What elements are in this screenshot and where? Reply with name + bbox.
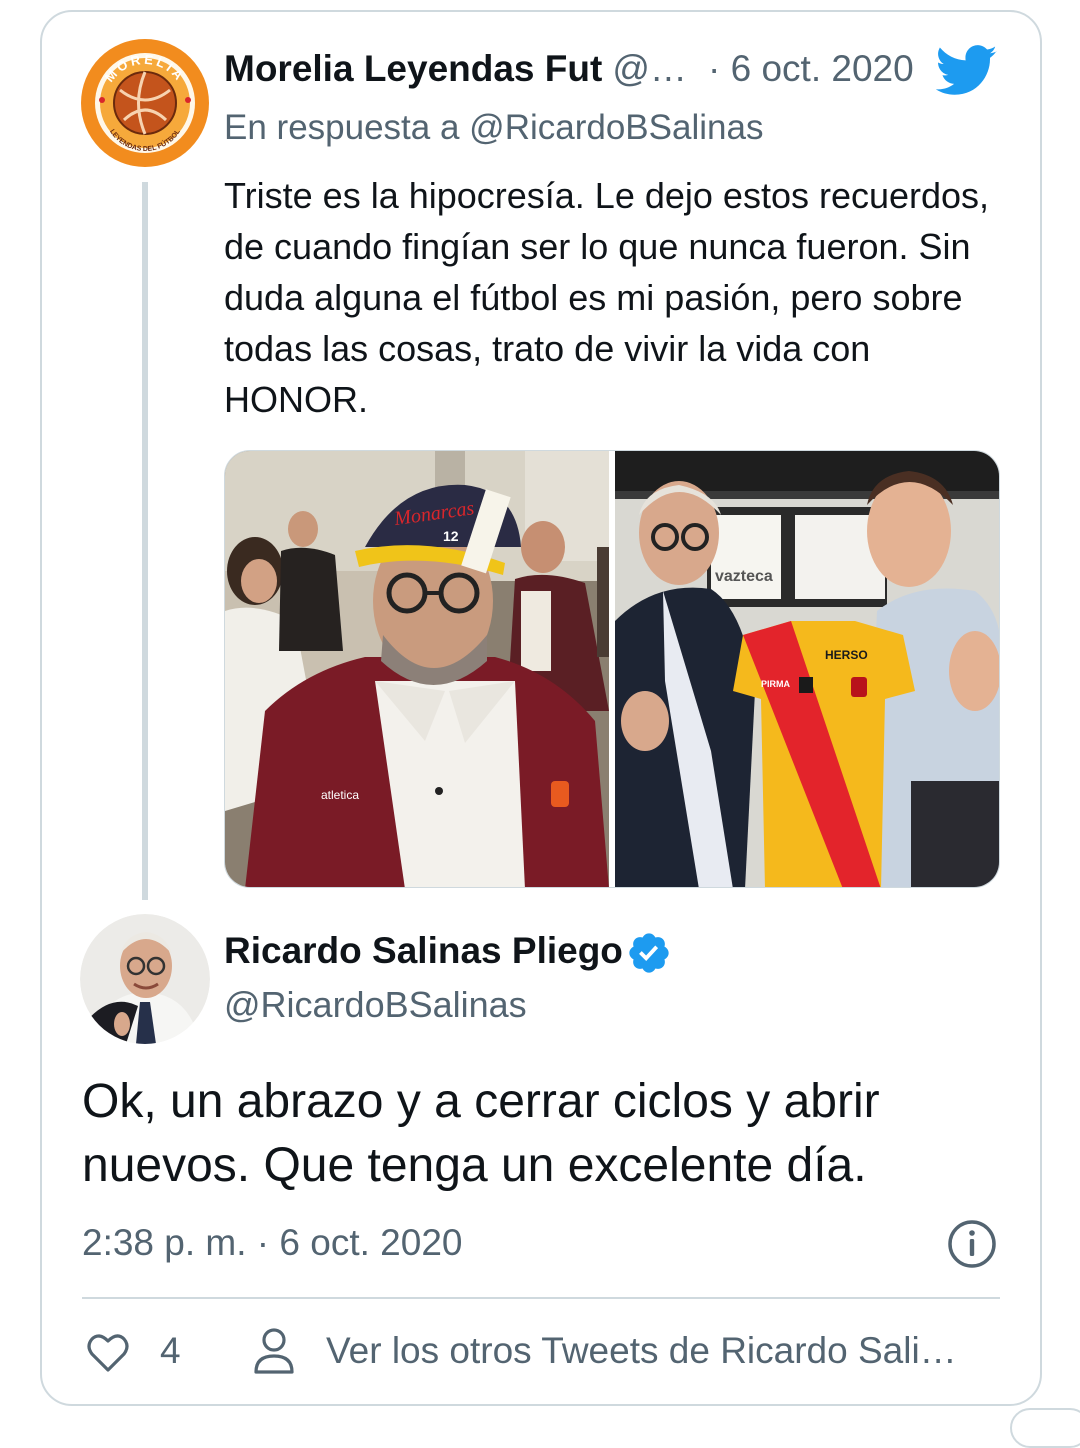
cap-number: 12 bbox=[443, 528, 459, 544]
morelia-avatar[interactable]: MORELIA LEYENDAS DEL FÚTBOL bbox=[80, 38, 210, 168]
jersey-sponsor-text: HERSO bbox=[825, 648, 868, 662]
action-divider bbox=[82, 1297, 1000, 1299]
verified-badge-icon bbox=[629, 933, 669, 973]
main-tweet-timestamp[interactable]: 2:38 p. m. · 6 oct. 2020 bbox=[82, 1222, 463, 1264]
info-icon[interactable] bbox=[946, 1218, 998, 1270]
parent-author-name[interactable]: Morelia Leyendas Fut bbox=[224, 48, 602, 89]
thread-connector-line bbox=[142, 182, 148, 900]
main-author-handle[interactable]: @RicardoBSalinas bbox=[224, 984, 527, 1026]
jacket-brand-text: atletica bbox=[321, 788, 359, 802]
parent-author-handle[interactable]: @… bbox=[612, 48, 687, 89]
parent-tweet-date[interactable]: · 6 oct. 2020 bbox=[708, 48, 914, 90]
ricardo-avatar[interactable] bbox=[80, 914, 210, 1044]
reply-mention-link[interactable]: @RicardoBSalinas bbox=[469, 108, 763, 147]
reply-context: En respuesta a @RicardoBSalinas bbox=[224, 108, 763, 148]
main-tweet-text: Ok, un abrazo y a cerrar ciclos y abrir … bbox=[82, 1075, 880, 1192]
corner-fragment bbox=[1010, 1408, 1080, 1448]
jersey-brand-text: PIRMA bbox=[761, 679, 791, 689]
main-author-name[interactable]: Ricardo Salinas Pliego bbox=[224, 930, 623, 972]
photo-man-in-cap[interactable]: Monarcas 12 atletica bbox=[225, 451, 609, 888]
tv-logo-text: vazteca bbox=[715, 568, 773, 585]
reply-prefix: En respuesta a bbox=[224, 108, 460, 147]
tweet-media-grid: Monarcas 12 atletica vazteca HERSO PIRMA bbox=[224, 450, 1000, 888]
twitter-bird-icon[interactable] bbox=[936, 44, 998, 98]
like-count[interactable]: 4 bbox=[160, 1330, 181, 1372]
parent-tweet-header: Morelia Leyendas Fut @… bbox=[224, 48, 687, 90]
person-icon[interactable] bbox=[252, 1326, 296, 1376]
heart-icon[interactable] bbox=[84, 1328, 132, 1376]
parent-tweet-text: Triste es la hipocresía. Le dejo estos r… bbox=[224, 175, 990, 420]
more-tweets-link[interactable]: Ver los otros Tweets de Ricardo Sali… bbox=[326, 1330, 957, 1372]
photo-two-men-jersey[interactable]: vazteca HERSO PIRMA bbox=[615, 451, 1000, 888]
